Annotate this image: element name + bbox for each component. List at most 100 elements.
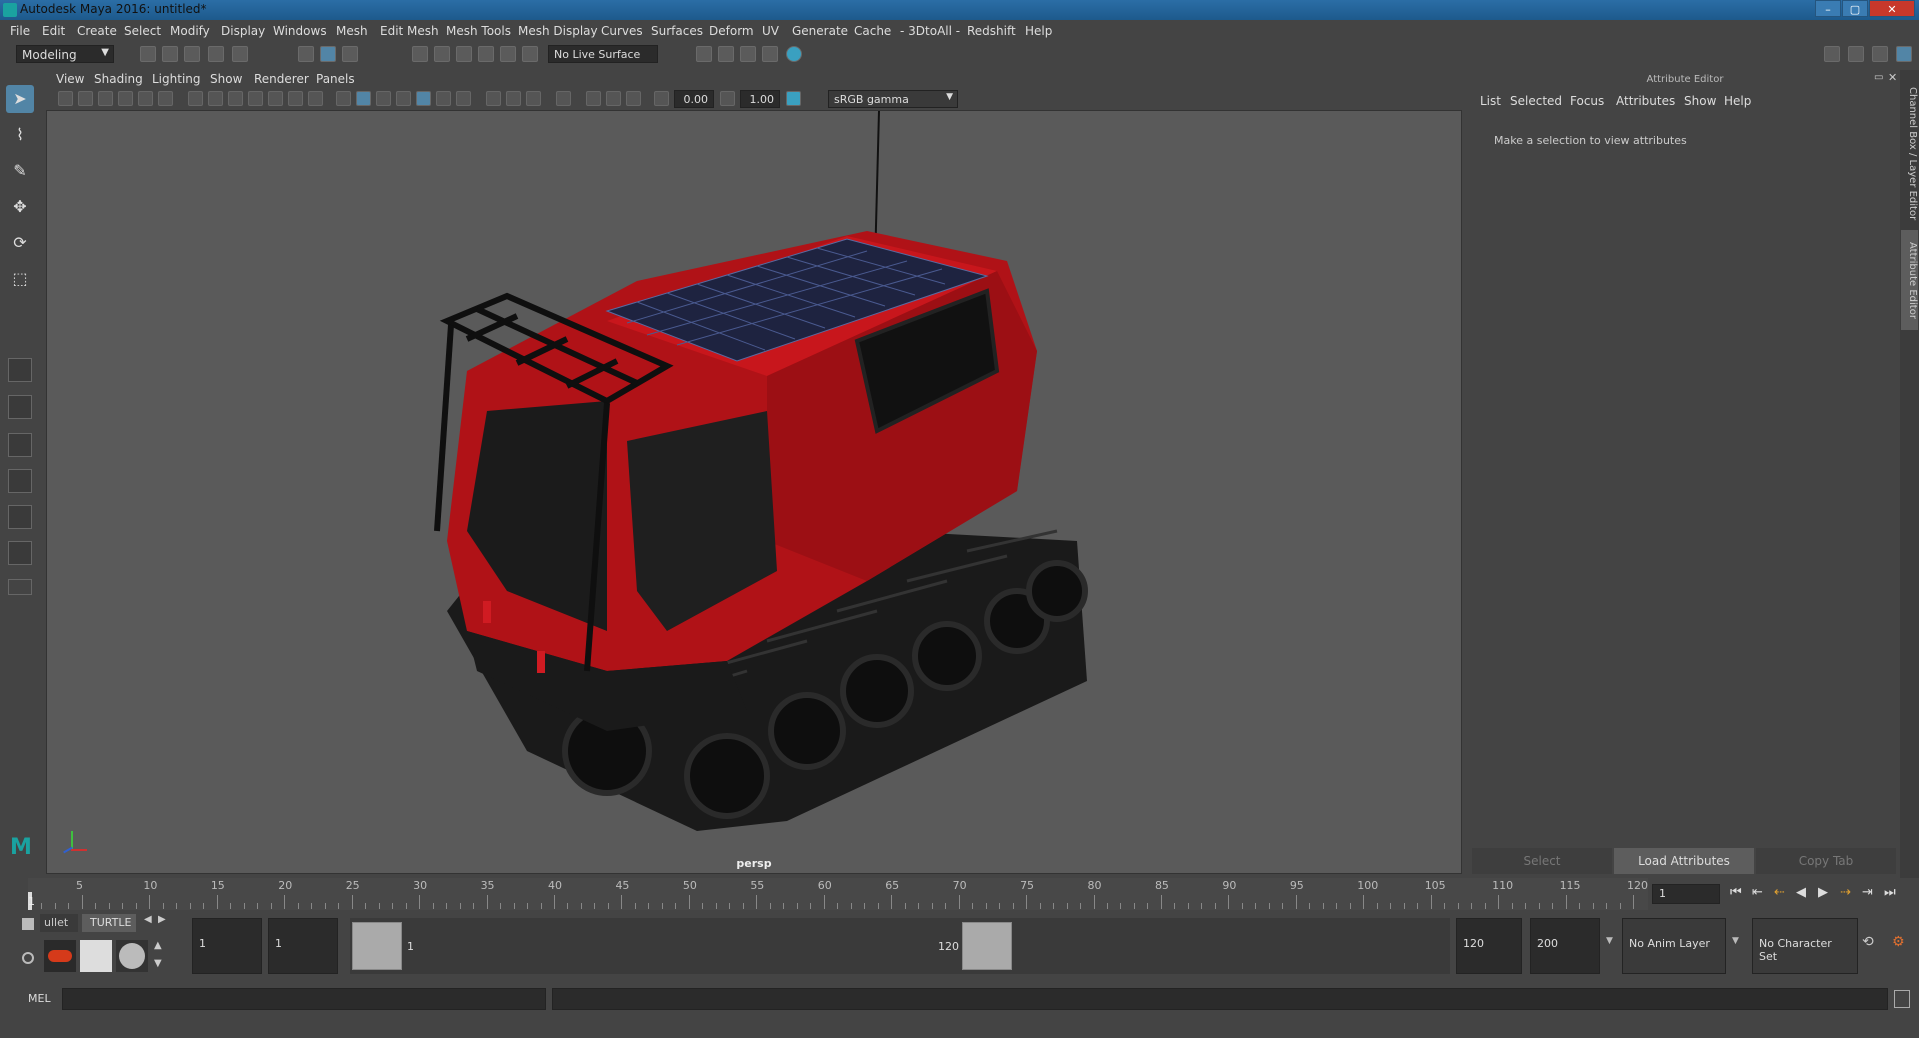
gate-mask-icon[interactable] [248,91,263,106]
snap-surface-icon[interactable] [500,46,516,62]
snap-grid-icon[interactable] [412,46,428,62]
modeling-toolkit-icon[interactable] [1824,46,1840,62]
scene-end-field[interactable]: 200 [1530,918,1600,974]
menu-uv[interactable]: UV [762,24,779,38]
play-backward-icon[interactable]: ◀ [1796,885,1806,900]
image-plane-icon[interactable] [118,91,133,106]
command-language-label[interactable]: MEL [28,992,51,1005]
scale-tool-icon[interactable]: ⬚ [6,265,34,293]
single-perspective-layout-icon[interactable] [8,358,32,382]
shelf-tab-turtle[interactable]: TURTLE [82,914,136,932]
shelf-menu-icon[interactable] [22,918,34,930]
channel-box-toggle-icon[interactable] [1896,46,1912,62]
step-back-frame-icon[interactable]: ⇠ [1774,885,1785,900]
xray-icon[interactable] [586,91,601,106]
menu-edit-mesh[interactable]: Edit Mesh [380,24,439,38]
anim-layer-dropdown[interactable]: No Anim Layer [1622,918,1726,974]
snap-view-icon[interactable] [522,46,538,62]
2d-pan-zoom-icon[interactable] [138,91,153,106]
animation-preferences-icon[interactable]: ⚙ [1892,934,1905,950]
color-management-icon[interactable] [786,91,801,106]
select-tool-icon[interactable]: ➤ [6,85,34,113]
move-tool-icon[interactable]: ✥ [6,193,34,221]
attr-menu-focus[interactable]: Focus [1570,94,1604,108]
menu-mesh-tools[interactable]: Mesh Tools [446,24,511,38]
go-to-start-icon[interactable]: ⏮ [1730,885,1742,900]
panel-menu-lighting[interactable]: Lighting [152,72,201,86]
lasso-tool-icon[interactable]: ⌇ [6,121,34,149]
camera-select-icon[interactable] [58,91,73,106]
use-all-lights-icon[interactable] [416,91,431,106]
layout-options-icon[interactable] [8,579,32,595]
menu-mesh-display[interactable]: Mesh Display [518,24,598,38]
redo-icon[interactable] [232,46,248,62]
render-current-icon[interactable] [718,46,734,62]
ambient-occlusion-icon[interactable] [456,91,471,106]
panel-menu-view[interactable]: View [56,72,84,86]
live-surface-field[interactable]: No Live Surface [548,45,658,63]
hypershade-icon[interactable] [786,46,802,62]
safe-action-icon[interactable] [288,91,303,106]
playback-start-field[interactable]: 1 [268,918,338,974]
motion-blur-icon[interactable] [486,91,501,106]
shelf-options-icon[interactable] [22,952,34,964]
panel-menu-shading[interactable]: Shading [94,72,143,86]
tool-settings-toggle-icon[interactable] [1872,46,1888,62]
menu-display[interactable]: Display [221,24,265,38]
two-panes-layout-icon[interactable] [8,433,32,457]
time-slider[interactable]: 5 10 15 20 25 30 35 40 45 50 55 60 65 70 75 80 85 90 95 100… [28,878,1648,910]
panel-menu-renderer[interactable]: Renderer [254,72,309,86]
camera-attributes-icon[interactable] [78,91,93,106]
float-panel-icon[interactable]: ▭ [1874,72,1883,83]
tab-attribute-editor[interactable]: Attribute Editor [1901,230,1918,330]
menu-help[interactable]: Help [1025,24,1052,38]
auto-key-icon[interactable]: ⟲ [1862,934,1874,950]
playback-end-field[interactable]: 120 [1456,918,1522,974]
ipr-render-icon[interactable] [740,46,756,62]
step-forward-key-icon[interactable]: ⇥ [1862,885,1873,900]
attr-menu-list[interactable]: List [1480,94,1501,108]
grease-pencil-icon[interactable] [158,91,173,106]
multisample-aa-icon[interactable] [506,91,521,106]
menu-3dtoall[interactable]: - 3DtoAll - [900,24,960,38]
maximize-button[interactable]: ▢ [1842,0,1868,17]
load-attributes-button[interactable]: Load Attributes [1614,848,1754,874]
attribute-editor-toggle-icon[interactable] [1848,46,1864,62]
select-hierarchy-icon[interactable] [298,46,314,62]
tab-channel-box[interactable]: Channel Box / Layer Editor [1901,84,1918,224]
range-slider-track[interactable]: 1 120 [350,918,1450,974]
attr-menu-show[interactable]: Show [1684,94,1716,108]
range-start-handle[interactable] [352,922,402,970]
textured-icon[interactable] [396,91,411,106]
safe-title-icon[interactable] [308,91,323,106]
command-input[interactable] [62,988,546,1010]
script-editor-icon[interactable] [1894,990,1910,1008]
close-panel-icon[interactable]: ✕ [1888,71,1897,84]
snap-plane-icon[interactable] [478,46,494,62]
select-button[interactable]: Select [1472,848,1612,874]
menu-modify[interactable]: Modify [170,24,210,38]
undo-icon[interactable] [208,46,224,62]
render-view-icon[interactable] [762,46,778,62]
step-forward-frame-icon[interactable]: ⇢ [1840,885,1851,900]
scene-start-field[interactable]: 1 [192,918,262,974]
select-object-icon[interactable] [320,46,336,62]
copy-tab-button[interactable]: Copy Tab [1756,848,1896,874]
shelf-up-icon[interactable]: ▲ [154,940,162,951]
menu-curves[interactable]: Curves [601,24,643,38]
rotate-tool-icon[interactable]: ⟳ [6,229,34,257]
four-view-layout-icon[interactable] [8,395,32,419]
xray-joints-icon[interactable] [606,91,621,106]
outliner-persp-layout-icon[interactable] [8,469,32,493]
shelf-tab-bullet[interactable]: ullet [40,914,78,932]
gamma-reset-icon[interactable] [720,91,735,106]
current-frame-field[interactable]: 1 [1652,884,1720,904]
shelf-sphere-icon[interactable] [116,940,148,972]
render-settings-icon[interactable] [696,46,712,62]
exposure-field[interactable]: 0.00 [674,90,714,108]
resolution-gate-icon[interactable] [228,91,243,106]
menu-select[interactable]: Select [124,24,161,38]
panel-menu-panels[interactable]: Panels [316,72,355,86]
smooth-shade-icon[interactable] [356,91,371,106]
menu-redshift[interactable]: Redshift [967,24,1016,38]
